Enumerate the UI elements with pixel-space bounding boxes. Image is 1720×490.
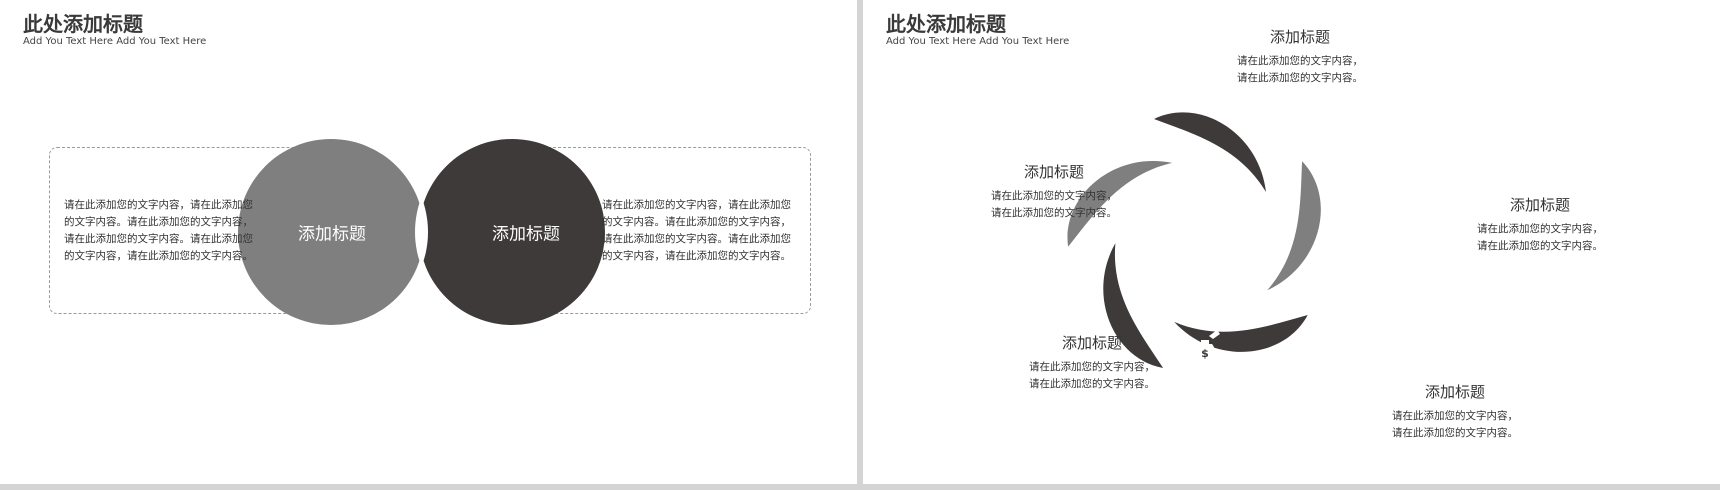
slide-cycle: 此处添加标题 Add You Text Here Add You Text He… — [863, 0, 1720, 484]
left-paragraph: 请在此添加您的文字内容，请在此添加您 的文字内容。请在此添加您的文字内容， 请在… — [64, 199, 253, 262]
item-desc-left: 请在此添加您的文字内容， 请在此添加您的文字内容。 — [991, 190, 1117, 219]
item-desc-bottom-left: 请在此添加您的文字内容， 请在此添加您的文字内容。 — [1029, 361, 1155, 390]
item-desc-top: 请在此添加您的文字内容， 请在此添加您的文字内容。 — [1237, 55, 1363, 84]
right-paragraph: 请在此添加您的文字内容，请在此添加您 的文字内容。请在此添加您的文字内容， 请在… — [602, 199, 791, 262]
growth-chart-team-icon — [1277, 103, 1311, 139]
petal-bottom-right — [1174, 256, 1312, 387]
item-title-left: 添加标题 — [1023, 163, 1085, 181]
item-title-right: 添加标题 — [1509, 196, 1571, 214]
right-circle-label: 添加标题 — [492, 224, 560, 245]
petal-top — [1154, 112, 1266, 192]
petal-right — [1232, 159, 1343, 291]
petal-bottom-left — [1068, 243, 1207, 374]
item-title-top: 添加标题 — [1269, 28, 1331, 46]
item-desc-bottom-right: 请在此添加您的文字内容， 请在此添加您的文字内容。 — [1392, 410, 1518, 439]
item-title-bottom-left: 添加标题 — [1061, 334, 1123, 352]
item-desc-right: 请在此添加您的文字内容， 请在此添加您的文字内容。 — [1477, 223, 1603, 252]
left-circle-label: 添加标题 — [298, 224, 366, 245]
lightbulb-hand-icon — [1153, 176, 1183, 209]
gears-team-icon — [1358, 338, 1382, 372]
slide-venn: 此处添加标题 Add You Text Here Add You Text He… — [0, 0, 857, 484]
item-title-bottom-right: 添加标题 — [1424, 383, 1486, 401]
magnifier-person-icon — [1415, 204, 1447, 238]
